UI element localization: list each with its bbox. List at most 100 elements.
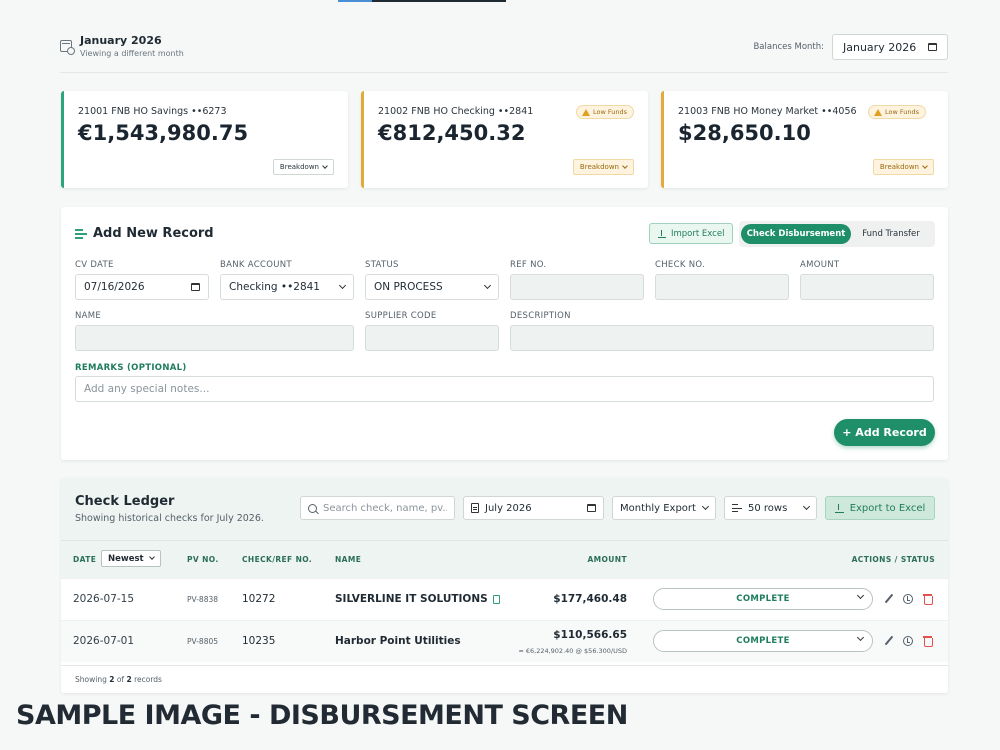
date-sort-select[interactable]: Newest [101, 550, 161, 567]
row-ref-no: 10235 [242, 635, 276, 647]
name-input[interactable] [75, 325, 354, 351]
upload-icon [658, 229, 666, 238]
chevron-down-icon [622, 163, 628, 169]
cv-date-input[interactable]: 07/16/2026 [75, 274, 209, 300]
footer-of: of [116, 675, 125, 684]
low-funds-badge: Low Funds [867, 105, 926, 119]
footer-prefix: Showing [75, 675, 107, 684]
chevron-down-icon [701, 502, 710, 511]
history-icon[interactable] [903, 636, 913, 646]
table-row: 2026-07-15 PV-8838 10272 SILVERLINE IT S… [61, 578, 948, 620]
import-excel-button[interactable]: Import Excel [649, 223, 734, 244]
balances-month: Balances Month: January 2026 [753, 34, 948, 60]
description-input[interactable] [510, 325, 934, 351]
add-list-icon [75, 229, 87, 239]
column-actions-status: ACTIONS / STATUS [851, 555, 935, 564]
calendar-icon[interactable] [928, 43, 937, 51]
breakdown-button[interactable]: Breakdown [572, 159, 634, 175]
calendar-icon[interactable] [191, 283, 200, 291]
export-to-excel-button[interactable]: Export to Excel [825, 496, 935, 520]
ledger-month-input[interactable]: July 2026 [463, 496, 604, 520]
check-no-input[interactable] [655, 274, 789, 300]
name-label: NAME [75, 311, 102, 321]
row-name-text: SILVERLINE IT SOLUTIONS [335, 593, 488, 605]
download-icon [834, 503, 844, 513]
breakdown-button[interactable]: Breakdown [872, 159, 934, 175]
chevron-down-icon [483, 281, 492, 290]
edit-pencil-icon[interactable] [884, 594, 894, 604]
history-icon[interactable] [903, 594, 913, 604]
footer-divider [61, 665, 948, 666]
check-ledger: Check Ledger Showing historical checks f… [61, 478, 948, 693]
bank-account-value: Checking ••2841 [229, 281, 320, 293]
ledger-footer: Showing 2 of 2 records [75, 675, 162, 684]
rows-icon [732, 504, 742, 513]
column-name: NAME [335, 555, 362, 564]
chevron-down-icon [338, 281, 347, 290]
footer-total-count: 2 [126, 675, 132, 684]
balance-card-checking: 21002 FNB HO Checking ••2841 Low Funds €… [361, 91, 648, 188]
ref-no-input[interactable] [510, 274, 644, 300]
remarks-label: REMARKS (OPTIONAL) [75, 363, 187, 373]
ledger-month-value: July 2026 [485, 502, 532, 514]
ledger-subtitle: Showing historical checks for July 2026. [75, 513, 264, 524]
chevron-down-icon [149, 554, 155, 560]
cv-date-label: CV DATE [75, 260, 114, 270]
header-divider [60, 72, 948, 73]
balances-month-input[interactable]: January 2026 [832, 34, 948, 60]
tab-fund-transfer[interactable]: Fund Transfer [851, 224, 931, 244]
chevron-down-icon [802, 502, 811, 511]
balance-card-money-market: 21003 FNB HO Money Market ••4056 Low Fun… [661, 91, 948, 188]
search-input[interactable]: Search check, name, pv... [300, 496, 455, 520]
delete-trash-icon[interactable] [923, 636, 933, 647]
month-subtitle: Viewing a different month [80, 49, 184, 58]
row-name-text: Harbor Point Utilities [335, 635, 461, 647]
account-balance: $28,650.10 [678, 121, 811, 145]
remarks-input[interactable]: Add any special notes... [75, 376, 934, 402]
add-record-button[interactable]: + Add Record [834, 419, 935, 446]
delete-trash-icon[interactable] [923, 594, 933, 605]
supplier-code-label: SUPPLIER CODE [365, 311, 437, 321]
low-funds-badge: Low Funds [575, 105, 634, 119]
row-name: SILVERLINE IT SOLUTIONS [335, 593, 500, 605]
document-icon [471, 503, 479, 513]
warning-icon [873, 108, 882, 116]
edit-pencil-icon[interactable] [884, 636, 894, 646]
account-name: 21003 FNB HO Money Market ••4056 [678, 106, 857, 117]
tab-check-disbursement[interactable]: Check Disbursement [741, 224, 851, 244]
breakdown-button[interactable]: Breakdown [272, 159, 334, 175]
account-name: 21001 FNB HO Savings ••6273 [78, 106, 227, 117]
badge-label: Low Funds [884, 108, 919, 116]
bank-account-select[interactable]: Checking ••2841 [220, 274, 354, 300]
row-status-select[interactable]: COMPLETE [653, 588, 873, 610]
bank-account-label: BANK ACCOUNT [220, 260, 292, 270]
column-check-ref-no: CHECK/REF NO. [242, 555, 313, 564]
row-date: 2026-07-01 [73, 635, 135, 647]
search-placeholder: Search check, name, pv... [323, 502, 447, 514]
rows-per-page-value: 50 rows [748, 502, 788, 514]
export-mode-select[interactable]: Monthly Export [612, 496, 716, 520]
status-select[interactable]: ON PROCESS [365, 274, 499, 300]
chevron-down-icon [322, 163, 328, 169]
month-header: January 2026 Viewing a different month [60, 34, 184, 58]
account-balance: €1,543,980.75 [78, 121, 249, 145]
calendar-icon[interactable] [587, 504, 596, 512]
panel-title-text: Add New Record [93, 226, 214, 241]
description-label: DESCRIPTION [510, 311, 571, 321]
amount-input[interactable] [800, 274, 934, 300]
row-amount: $110,566.65 [553, 629, 627, 641]
column-amount: AMOUNT [587, 555, 627, 564]
rows-per-page-select[interactable]: 50 rows [724, 496, 817, 520]
breakdown-label: Breakdown [579, 163, 619, 171]
row-amount: $177,460.48 [553, 593, 627, 605]
row-status-value: COMPLETE [736, 636, 790, 646]
column-date: DATE [73, 555, 97, 564]
export-to-excel-label: Export to Excel [849, 502, 926, 514]
row-status-select[interactable]: COMPLETE [653, 630, 873, 652]
attachment-file-icon[interactable] [492, 594, 500, 604]
top-progress-line [338, 0, 506, 2]
supplier-code-input[interactable] [365, 325, 499, 351]
badge-label: Low Funds [592, 108, 627, 116]
chevron-down-icon [922, 163, 928, 169]
account-name: 21002 FNB HO Checking ••2841 [378, 106, 534, 117]
